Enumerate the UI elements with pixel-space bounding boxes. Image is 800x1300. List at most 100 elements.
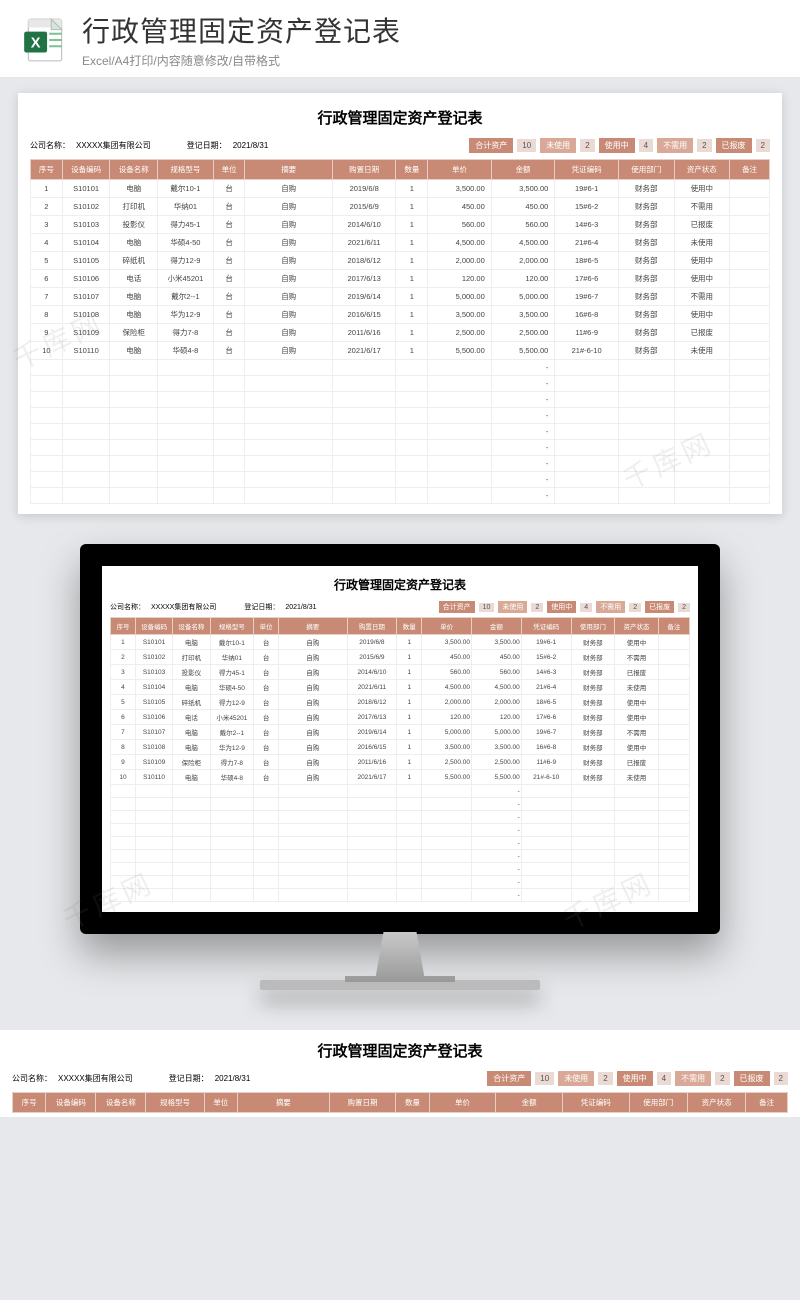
cell-summary: 自购 bbox=[245, 342, 332, 360]
cell-summary: 自购 bbox=[279, 680, 347, 695]
table-row-empty: - bbox=[31, 440, 770, 456]
cell-empty bbox=[332, 360, 396, 376]
cell-empty bbox=[347, 824, 397, 837]
cell-empty bbox=[521, 876, 571, 889]
column-header: 序号 bbox=[31, 160, 63, 180]
cell-remark bbox=[730, 216, 770, 234]
cell-model: 戴尔2--1 bbox=[158, 288, 214, 306]
cell-voucher: 21#6-4 bbox=[521, 680, 571, 695]
stat-total-value: 10 bbox=[535, 1072, 554, 1085]
cell-status: 未使用 bbox=[615, 680, 659, 695]
stat-scrap-label: 已报废 bbox=[734, 1071, 770, 1086]
cell-empty bbox=[658, 876, 689, 889]
cell-empty bbox=[332, 456, 396, 472]
cell-dept: 财务部 bbox=[618, 288, 674, 306]
cell-voucher: 21#-6-10 bbox=[555, 342, 619, 360]
cell-summary: 自购 bbox=[245, 234, 332, 252]
table-row: 1S10101电脑戴尔10-1台自购2019/6/813,500.003,500… bbox=[111, 635, 690, 650]
cell-empty bbox=[31, 392, 63, 408]
cell-voucher: 16#6-8 bbox=[555, 306, 619, 324]
cell-empty bbox=[521, 785, 571, 798]
cell-dept: 财务部 bbox=[571, 665, 615, 680]
stat-inuse-label: 使用中 bbox=[617, 1071, 653, 1086]
cell-amount: 5,000.00 bbox=[472, 725, 522, 740]
cell-empty bbox=[173, 837, 210, 850]
cell-empty bbox=[571, 850, 615, 863]
cell-qty: 1 bbox=[397, 680, 422, 695]
cell-seq: 8 bbox=[111, 740, 136, 755]
cell-dept: 财务部 bbox=[618, 216, 674, 234]
cell-empty bbox=[396, 488, 428, 504]
table-row-empty: - bbox=[111, 850, 690, 863]
column-header: 设备名称 bbox=[173, 618, 210, 635]
cell-qty: 1 bbox=[396, 342, 428, 360]
cell-empty bbox=[245, 472, 332, 488]
page-title: 行政管理固定资产登记表 bbox=[82, 10, 780, 50]
cell-summary: 自购 bbox=[279, 770, 347, 785]
cell-empty bbox=[254, 824, 279, 837]
cell-empty bbox=[397, 798, 422, 811]
cell-dept: 财务部 bbox=[571, 755, 615, 770]
cell-empty bbox=[158, 472, 214, 488]
cell-status: 不需用 bbox=[674, 288, 730, 306]
cell-empty bbox=[615, 824, 659, 837]
cell-empty bbox=[279, 889, 347, 902]
table-row-empty: - bbox=[31, 456, 770, 472]
cell-status: 已报废 bbox=[674, 324, 730, 342]
cell-empty bbox=[279, 837, 347, 850]
cell-seq: 8 bbox=[31, 306, 63, 324]
monitor-mockup: 行政管理固定资产登记表 公司名称： XXXXX集团有限公司 登记日期： 2021… bbox=[80, 544, 720, 990]
cell-empty bbox=[135, 798, 172, 811]
column-header: 使用部门 bbox=[571, 618, 615, 635]
stat-scrap-value: 2 bbox=[678, 603, 690, 612]
cell-date: 2014/6/10 bbox=[332, 216, 396, 234]
cell-amount: 560.00 bbox=[472, 665, 522, 680]
cell-empty bbox=[422, 785, 472, 798]
cell-empty bbox=[555, 488, 619, 504]
cell-status: 已报废 bbox=[615, 755, 659, 770]
cell-empty bbox=[245, 424, 332, 440]
cell-voucher: 18#6-5 bbox=[521, 695, 571, 710]
cell-empty: - bbox=[491, 440, 555, 456]
column-header: 购置日期 bbox=[329, 1093, 396, 1113]
table-row-empty: - bbox=[31, 424, 770, 440]
cell-unit: 台 bbox=[213, 234, 245, 252]
cell-summary: 自购 bbox=[245, 288, 332, 306]
cell-amount: 3,500.00 bbox=[491, 180, 555, 198]
asset-table: 序号设备编码设备名称规格型号单位摘要购置日期数量单价金额凭证编码使用部门资产状态… bbox=[110, 617, 690, 902]
cell-code: S10108 bbox=[62, 306, 110, 324]
table-row-empty: - bbox=[111, 785, 690, 798]
cell-empty bbox=[111, 837, 136, 850]
cell-status: 使用中 bbox=[674, 306, 730, 324]
cell-date: 2015/6/9 bbox=[347, 650, 397, 665]
stat-nouse-value: 2 bbox=[697, 139, 711, 152]
cell-empty bbox=[213, 456, 245, 472]
cell-summary: 自购 bbox=[279, 710, 347, 725]
cell-empty bbox=[135, 824, 172, 837]
cell-model: 华硕4-50 bbox=[210, 680, 254, 695]
cell-empty bbox=[111, 850, 136, 863]
cell-empty bbox=[428, 456, 492, 472]
cell-unit: 台 bbox=[254, 680, 279, 695]
cell-empty bbox=[62, 376, 110, 392]
cell-empty bbox=[210, 811, 254, 824]
cell-empty: - bbox=[491, 424, 555, 440]
cell-status: 不需用 bbox=[615, 650, 659, 665]
cell-empty bbox=[210, 863, 254, 876]
cell-date: 2011/6/16 bbox=[332, 324, 396, 342]
cell-qty: 1 bbox=[396, 252, 428, 270]
cell-summary: 自购 bbox=[245, 216, 332, 234]
cell-remark bbox=[658, 710, 689, 725]
table-header-row: 序号设备编码设备名称规格型号单位摘要购置日期数量单价金额凭证编码使用部门资产状态… bbox=[31, 160, 770, 180]
cell-code: S10101 bbox=[135, 635, 172, 650]
cell-empty bbox=[110, 360, 158, 376]
cell-empty bbox=[521, 889, 571, 902]
cell-price: 2,000.00 bbox=[428, 252, 492, 270]
cell-amount: 450.00 bbox=[472, 650, 522, 665]
cell-empty: - bbox=[472, 876, 522, 889]
cell-empty bbox=[615, 837, 659, 850]
cell-voucher: 17#6-6 bbox=[555, 270, 619, 288]
stat-unused-value: 2 bbox=[580, 139, 594, 152]
cell-code: S10110 bbox=[135, 770, 172, 785]
cell-empty bbox=[279, 798, 347, 811]
